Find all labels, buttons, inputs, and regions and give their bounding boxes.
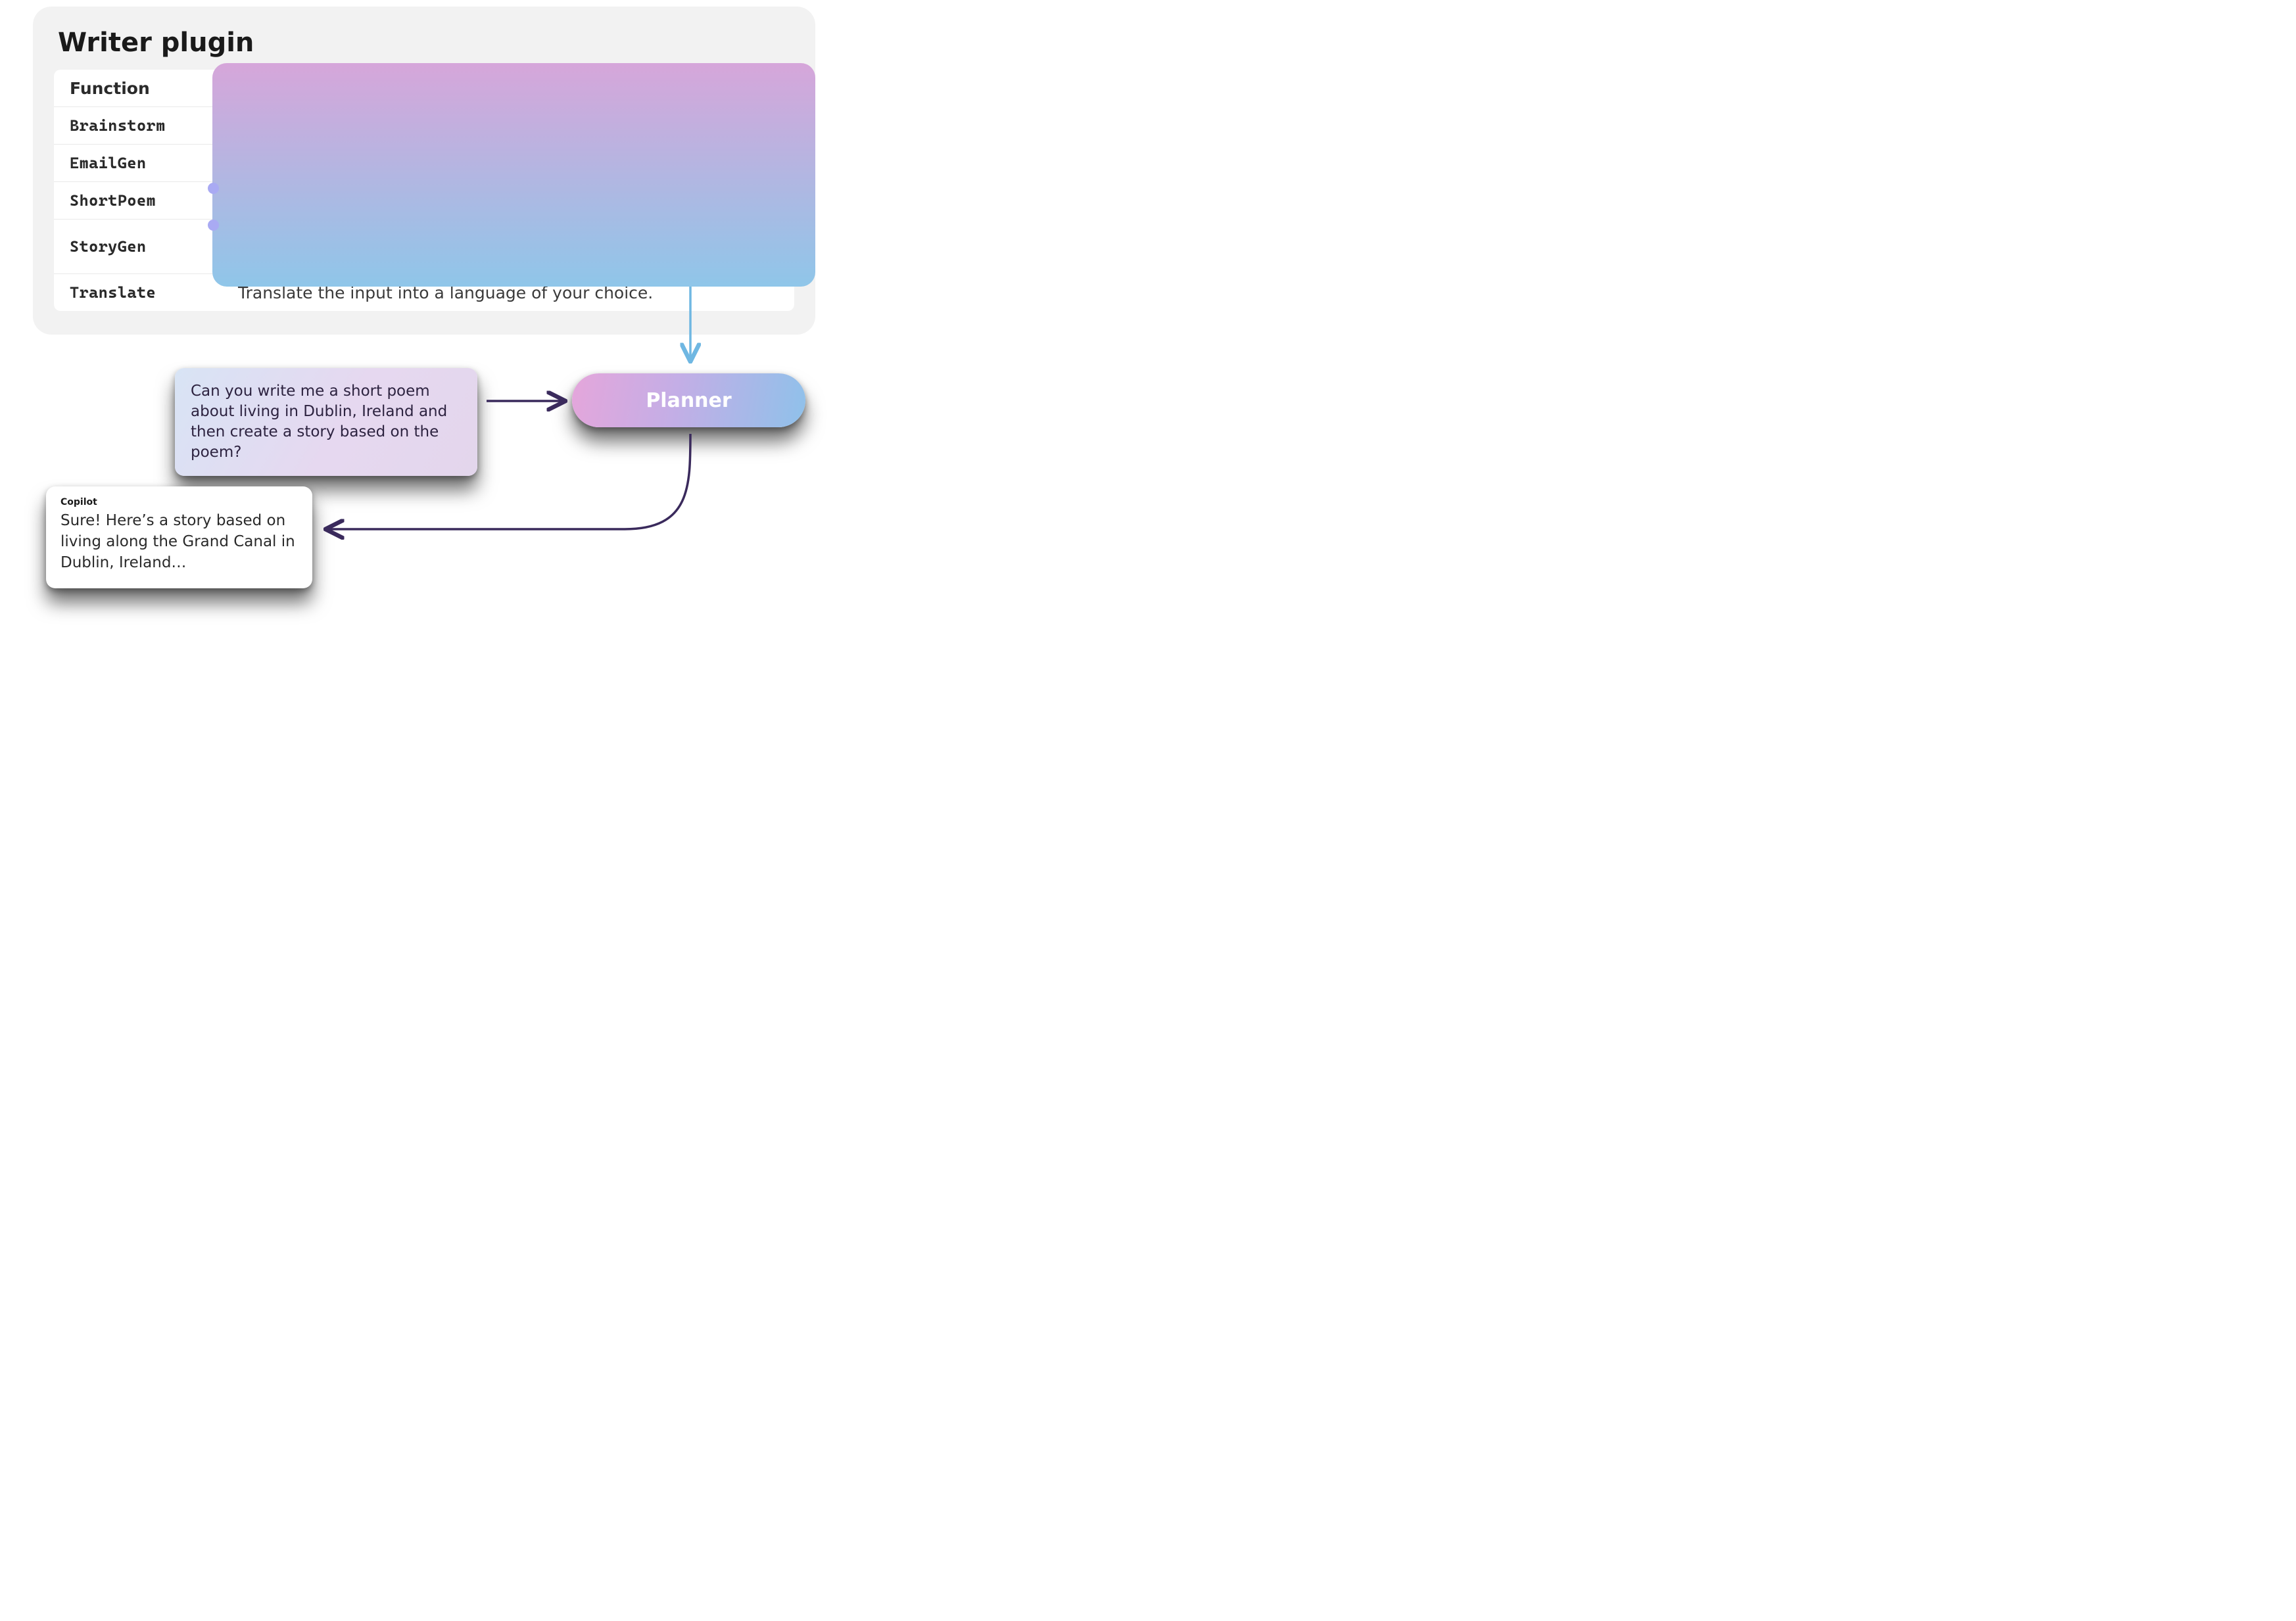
table-row: Brainstorm Given a goal or topic descrip… (54, 106, 794, 144)
col-header-function: Function (54, 71, 212, 106)
function-name: ShortPoem (54, 183, 212, 218)
table-header-row: Function Description for model (54, 70, 794, 106)
function-desc: Write an email from the given bullet poi… (212, 146, 794, 181)
response-text: Sure! Here’s a story based on living alo… (60, 510, 298, 574)
diagram-stage: Writer plugin Function Description for m… (0, 0, 907, 644)
function-name: StoryGen (54, 229, 212, 264)
user-prompt-bubble: Can you write me a short poem about livi… (175, 368, 477, 476)
table-row: EmailGen Write an email from the given b… (54, 144, 794, 181)
response-author-label: Copilot (60, 497, 298, 507)
plugin-table: Function Description for model Brainstor… (54, 70, 794, 311)
copilot-response-card: Copilot Sure! Here’s a story based on li… (46, 486, 312, 588)
table-row: Translate Translate the input into a lan… (54, 273, 794, 311)
planner-node: Planner (572, 373, 805, 427)
user-prompt-text: Can you write me a short poem about livi… (191, 383, 447, 461)
planner-label: Planner (646, 389, 731, 412)
function-name: Translate (54, 275, 212, 310)
function-desc: Translate the input into a language of y… (212, 275, 794, 310)
function-desc: Generate a list of synopsis for a novel … (212, 220, 794, 273)
function-desc: Given a goal or topic description genera… (212, 108, 794, 143)
selection-dot-icon (208, 183, 219, 194)
selection-dot-icon (208, 220, 219, 231)
function-name: EmailGen (54, 146, 212, 180)
table-row: ShortPoem Turn a scenario into a short a… (54, 181, 794, 219)
col-header-description: Description for model (212, 71, 794, 106)
function-desc: Turn a scenario into a short and enterta… (212, 183, 794, 218)
plugin-title: Writer plugin (58, 28, 790, 58)
table-row: StoryGen Generate a list of synopsis for… (54, 219, 794, 273)
writer-plugin-card: Writer plugin Function Description for m… (33, 7, 815, 335)
function-name: Brainstorm (54, 108, 212, 143)
